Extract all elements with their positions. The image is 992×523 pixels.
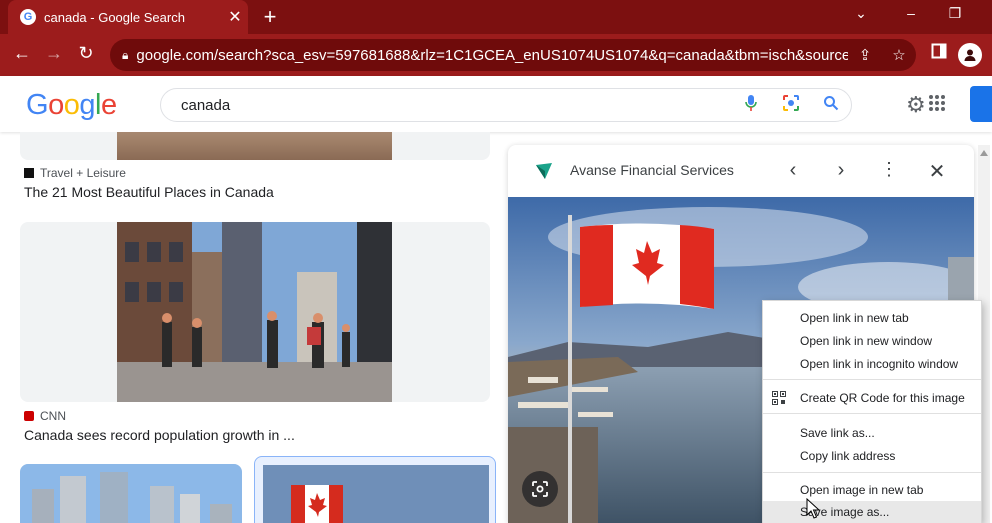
menu-item-open-image-new-tab[interactable]: Open image in new tab <box>763 479 981 501</box>
logo-letter: G <box>26 89 49 121</box>
menu-item-create-qr-code[interactable]: Create QR Code for this image <box>763 387 981 409</box>
reload-icon[interactable]: ↻ <box>70 43 102 64</box>
url-text: google.com/search?sca_esv=597681688&rlz=… <box>136 46 848 64</box>
more-options-icon[interactable]: ⋮ <box>877 159 901 180</box>
search-box[interactable]: canada <box>160 88 852 122</box>
menu-item-label: Create QR Code for this image <box>800 391 965 405</box>
menu-separator <box>763 379 981 380</box>
logo-letter: o <box>48 89 64 121</box>
source-name: Travel + Leisure <box>40 166 126 180</box>
browser-tab[interactable]: G canada - Google Search ✕ <box>8 0 248 34</box>
scroll-up-arrow-icon[interactable] <box>980 150 988 156</box>
cnn-favicon-icon <box>24 411 34 421</box>
share-icon[interactable]: ⇪ <box>848 46 882 64</box>
result-source[interactable]: Travel + Leisure <box>24 166 126 180</box>
google-favicon-icon: G <box>20 9 36 25</box>
menu-item-save-link-as[interactable]: Save link as... <box>763 422 981 444</box>
logo-letter: o <box>63 89 80 121</box>
menu-item-open-link-new-tab[interactable]: Open link in new tab <box>763 307 981 329</box>
tab-title: canada - Google Search <box>44 9 185 25</box>
bookmark-star-icon[interactable]: ☆ <box>882 46 916 64</box>
mouse-cursor-icon <box>806 498 820 519</box>
close-icon[interactable]: ✕ <box>925 159 949 184</box>
avanse-logo-icon <box>536 163 552 179</box>
menu-separator <box>763 472 981 473</box>
result-thumbnail[interactable] <box>20 132 490 160</box>
restore-icon[interactable]: ❐ <box>940 5 970 22</box>
preview-site-name[interactable]: Avanse Financial Services <box>570 162 734 178</box>
result-title[interactable]: The 21 Most Beautiful Places in Canada <box>24 184 274 200</box>
side-panel-icon[interactable] <box>926 43 952 67</box>
menu-item-open-link-incognito[interactable]: Open link in incognito window <box>763 353 981 375</box>
lock-icon[interactable]: 🔒︎ <box>122 48 128 63</box>
travel-leisure-favicon-icon <box>24 168 34 178</box>
result-source[interactable]: CNN <box>24 409 66 423</box>
google-header: Google canada ⚙ <box>0 76 992 132</box>
sign-in-button[interactable] <box>970 86 992 122</box>
minimize-icon[interactable]: – <box>896 5 926 21</box>
profile-avatar-icon[interactable] <box>958 43 982 67</box>
gear-icon[interactable]: ⚙ <box>906 92 926 118</box>
back-icon[interactable]: ← <box>6 43 38 64</box>
next-icon[interactable]: › <box>829 159 853 182</box>
browser-toolbar: ← → ↻ 🔒︎ google.com/search?sca_esv=59768… <box>0 34 992 76</box>
result-thumbnail-selected[interactable] <box>254 456 496 523</box>
qr-code-icon <box>772 391 786 405</box>
microphone-icon[interactable] <box>731 94 771 117</box>
address-bar[interactable]: 🔒︎ google.com/search?sca_esv=597681688&r… <box>110 39 916 71</box>
source-name: CNN <box>40 409 66 423</box>
result-thumbnail[interactable] <box>20 222 490 402</box>
apps-grid-icon[interactable] <box>928 94 946 117</box>
result-thumbnail[interactable] <box>20 464 242 523</box>
menu-item-copy-link-address[interactable]: Copy link address <box>763 445 981 467</box>
menu-separator <box>763 413 981 414</box>
search-icon[interactable] <box>811 95 851 116</box>
forward-icon[interactable]: → <box>38 43 70 64</box>
menu-item-open-link-new-window[interactable]: Open link in new window <box>763 330 981 352</box>
tab-strip: G canada - Google Search ✕ + ⌄ – ❐ <box>0 0 992 34</box>
result-title[interactable]: Canada sees record population growth in … <box>24 427 295 443</box>
search-input[interactable]: canada <box>181 97 731 114</box>
logo-letter: e <box>100 89 117 121</box>
visual-search-icon[interactable] <box>522 471 558 507</box>
chevron-down-icon[interactable]: ⌄ <box>846 5 876 22</box>
context-menu: Open link in new tab Open link in new wi… <box>762 300 982 523</box>
new-tab-button[interactable]: + <box>258 4 282 30</box>
image-results: Travel + Leisure The 21 Most Beautiful P… <box>0 132 500 523</box>
lens-camera-icon[interactable] <box>771 93 811 118</box>
close-tab-icon[interactable]: ✕ <box>222 7 248 27</box>
menu-item-save-image-as[interactable]: Save image as... <box>763 501 981 523</box>
google-logo[interactable]: Google <box>26 89 117 122</box>
preview-header: Avanse Financial Services ‹ › ⋮ ✕ <box>508 145 974 197</box>
logo-letter: g <box>79 89 95 121</box>
previous-icon[interactable]: ‹ <box>781 159 805 182</box>
